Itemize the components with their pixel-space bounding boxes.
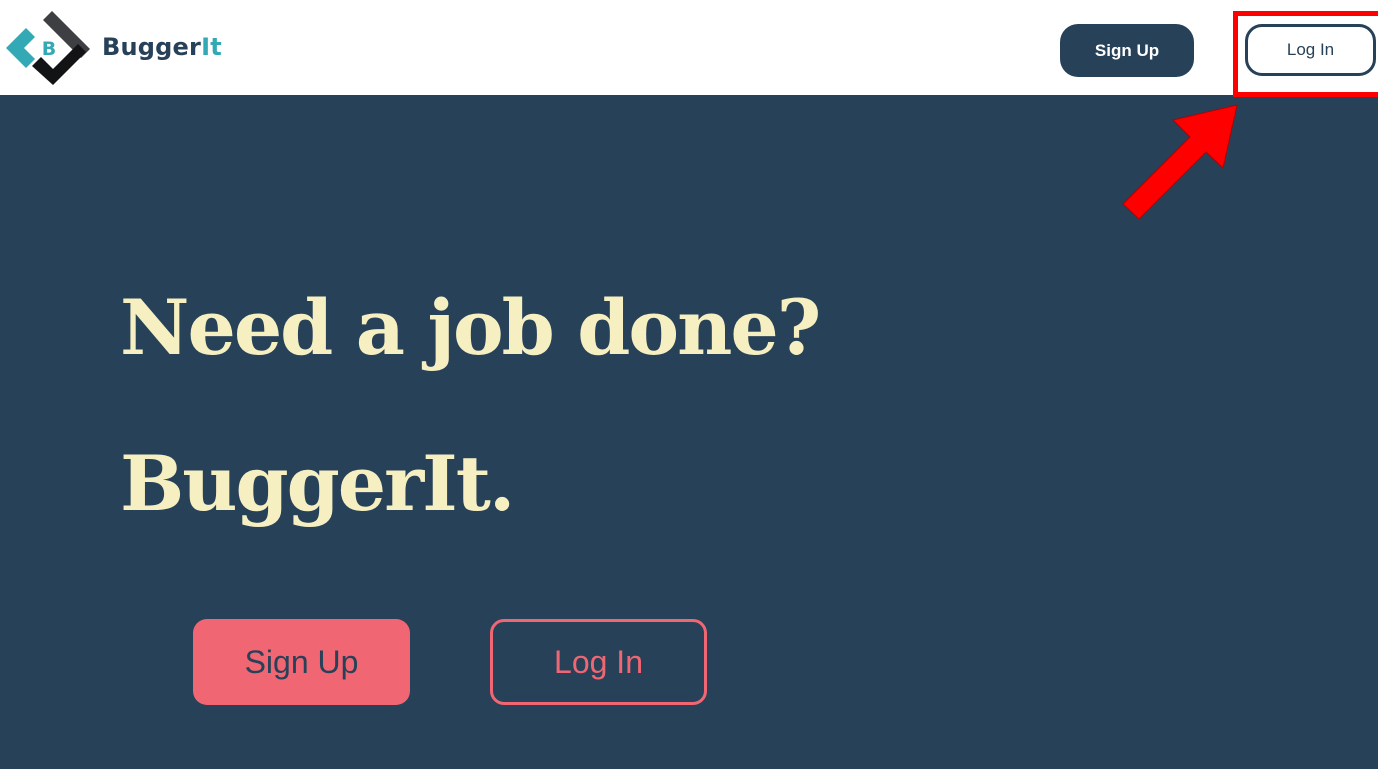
brand-accent: It [201,33,222,61]
logo-letter: B [42,38,56,60]
hero-headline: Need a job done? [120,283,821,372]
header-login-button[interactable]: Log In [1245,24,1376,76]
hero-brand-line: BuggerIt. [120,439,515,528]
annotation-arrow-icon [1122,104,1238,220]
site-header: B BuggerIt Sign Up Log In [0,0,1378,95]
brand-name[interactable]: BuggerIt [102,32,222,62]
hero-signup-button[interactable]: Sign Up [193,619,410,705]
logo-mark-icon: B [6,11,90,85]
hero-login-button[interactable]: Log In [490,619,707,705]
header-signup-button[interactable]: Sign Up [1060,24,1194,77]
buggerit-logo[interactable]: B [6,10,92,86]
brand-main: Bugger [102,33,202,61]
